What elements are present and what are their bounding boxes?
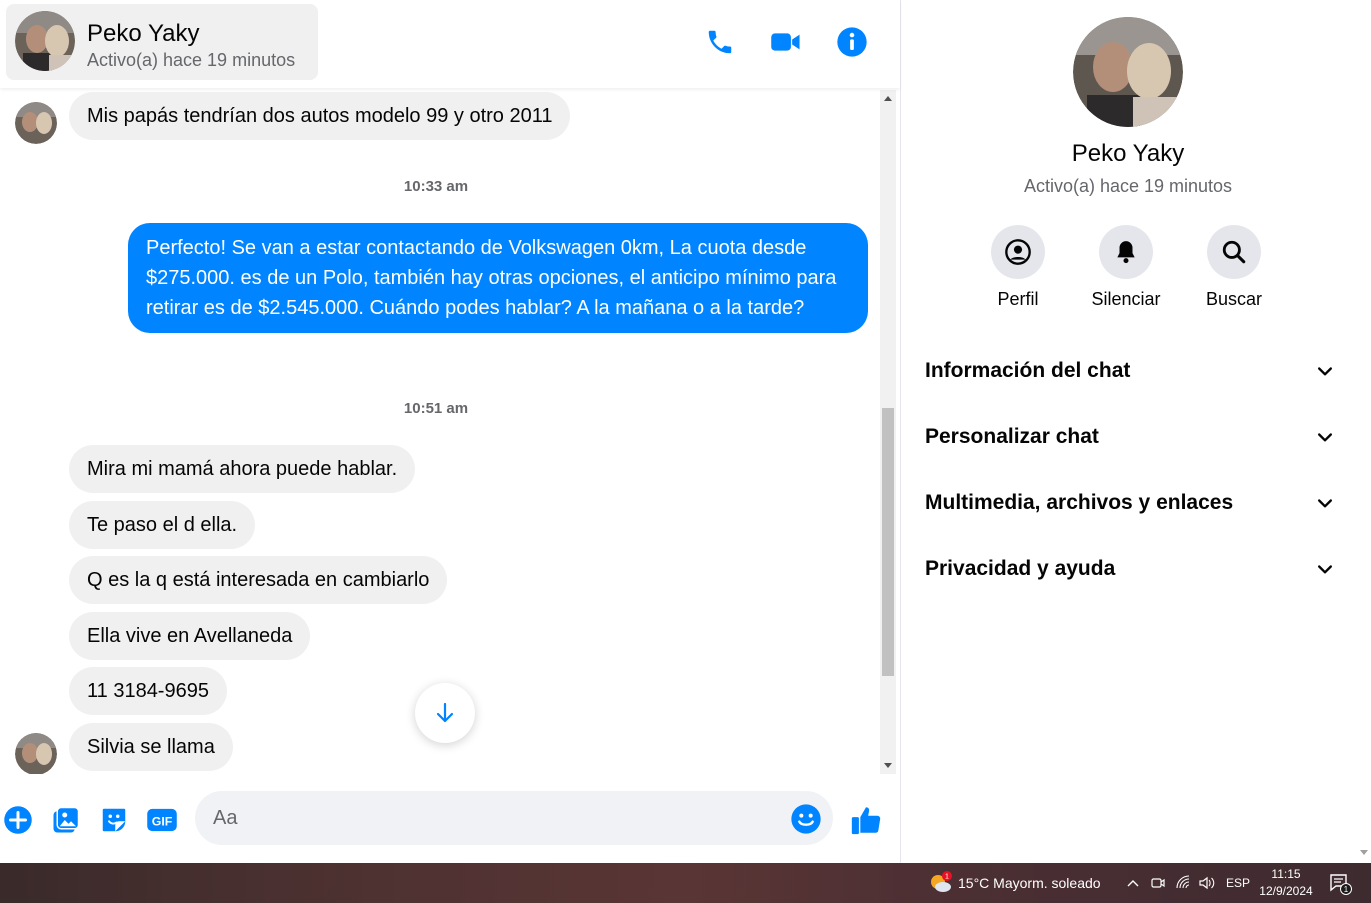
section-customize-chat[interactable]: Personalizar chat <box>925 412 1335 462</box>
video-call-button[interactable] <box>766 22 806 62</box>
thumbs-up-icon <box>851 807 881 835</box>
section-label: Multimedia, archivos y enlaces <box>925 491 1234 514</box>
message-list-scrollbar[interactable] <box>880 90 896 774</box>
incoming-message[interactable]: Ella vive en Avellaneda <box>69 612 311 660</box>
incoming-message[interactable]: Mis papás tendrían dos autos modelo 99 y… <box>69 92 571 140</box>
chat-header: Peko Yaky Activo(a) hace 19 minutos <box>0 0 900 88</box>
chevron-down-icon <box>1318 367 1332 376</box>
search-icon <box>1222 240 1246 264</box>
section-chat-info[interactable]: Información del chat <box>925 346 1335 396</box>
contact-name: Peko Yaky <box>87 20 200 47</box>
chevron-up-icon <box>1127 880 1139 887</box>
arrow-down-icon <box>436 702 454 723</box>
like-button[interactable] <box>849 803 883 837</box>
profile-label: Perfil <box>997 289 1039 309</box>
section-media-files-links[interactable]: Multimedia, archivos y enlaces <box>925 478 1335 528</box>
contact-card[interactable]: Peko Yaky Activo(a) hace 19 minutos <box>6 4 318 80</box>
message-list[interactable]: Mis papás tendrían dos autos modelo 99 y… <box>0 88 880 774</box>
conversation-details-panel: Peko Yaky Activo(a) hace 19 minutos Perf… <box>900 0 1371 863</box>
search-label: Buscar <box>1205 289 1263 309</box>
search-button[interactable]: Buscar <box>1184 225 1284 310</box>
incoming-message[interactable]: Silvia se llama <box>69 723 233 771</box>
notification-center-button[interactable]: 1 <box>1328 863 1352 903</box>
details-scrollbar[interactable] <box>1355 0 1371 863</box>
profile-status: Activo(a) hace 19 minutos <box>1023 176 1233 196</box>
weather-sun-cloud-icon: 1 <box>931 871 952 892</box>
emoji-icon <box>791 804 821 834</box>
section-label: Personalizar chat <box>925 425 1099 448</box>
gif-button[interactable]: GIF <box>145 803 179 837</box>
attach-photo-button[interactable] <box>49 803 83 837</box>
message-avatar[interactable] <box>15 733 57 774</box>
scrollbar-thumb[interactable] <box>882 408 894 676</box>
phone-call-button[interactable] <box>700 22 740 62</box>
contact-avatar[interactable] <box>15 11 75 71</box>
input-language-indicator[interactable]: ESP <box>1226 863 1250 903</box>
scroll-down-arrow-icon[interactable] <box>884 763 892 768</box>
clock-date: 12/9/2024 <box>1259 884 1313 898</box>
notification-count: 1 <box>1344 885 1349 894</box>
meet-icon <box>1151 878 1165 888</box>
bell-icon <box>1117 241 1135 264</box>
scroll-down-arrow-icon[interactable] <box>1360 850 1368 855</box>
messenger-window: Peko Yaky Activo(a) hace 19 minutos Mis … <box>0 0 1371 903</box>
section-privacy-help[interactable]: Privacidad y ayuda <box>925 544 1335 594</box>
sticker-icon <box>102 808 126 832</box>
message-input[interactable] <box>195 791 833 845</box>
weather-text[interactable]: 15°C Mayorm. soleado <box>958 863 1101 903</box>
weather-badge: 1 <box>945 874 949 881</box>
section-label: Información del chat <box>925 359 1131 382</box>
message-composer: GIF <box>0 775 900 863</box>
volume-button[interactable] <box>1198 863 1216 903</box>
scroll-up-arrow-icon[interactable] <box>884 96 892 101</box>
chat-panel: Peko Yaky Activo(a) hace 19 minutos Mis … <box>0 0 900 863</box>
incoming-message[interactable]: 11 3184-9695 <box>69 667 227 715</box>
meet-now-button[interactable] <box>1150 863 1166 903</box>
incoming-message[interactable]: Te paso el d ella. <box>69 501 256 549</box>
video-camera-icon <box>771 33 800 51</box>
profile-avatar[interactable] <box>1073 17 1183 127</box>
mute-label: Silenciar <box>1091 289 1161 309</box>
mute-button[interactable]: Silenciar <box>1076 225 1176 310</box>
system-clock[interactable]: 11:15 12/9/2024 <box>1254 866 1318 900</box>
chevron-down-icon <box>1318 433 1332 442</box>
phone-icon <box>708 30 732 54</box>
jump-to-latest-button[interactable] <box>415 683 475 743</box>
windows-taskbar: 1 15°C Mayorm. soleado ESP 11:15 12/9/20… <box>0 863 1371 903</box>
message-avatar[interactable] <box>15 102 57 144</box>
incoming-message[interactable]: Q es la q está interesada en cambiarlo <box>69 556 448 604</box>
profile-button[interactable]: Perfil <box>968 225 1068 310</box>
add-icon <box>4 806 32 834</box>
gif-label: GIF <box>152 815 173 829</box>
notifications-icon: 1 <box>1330 874 1352 895</box>
clock-time: 11:15 <box>1271 867 1301 881</box>
section-label: Privacidad y ayuda <box>925 557 1116 580</box>
profile-icon <box>1005 239 1031 265</box>
sticker-button[interactable] <box>97 803 131 837</box>
chevron-down-icon <box>1318 565 1332 574</box>
timestamp-separator: 10:51 am <box>403 400 469 417</box>
volume-icon <box>1199 876 1215 890</box>
info-icon <box>837 27 867 57</box>
image-icon <box>53 806 80 833</box>
outgoing-message[interactable]: Perfecto! Se van a estar contactando de … <box>128 223 868 333</box>
contact-status: Activo(a) hace 19 minutos <box>87 50 296 70</box>
wifi-icon <box>1176 875 1190 889</box>
gif-icon: GIF <box>147 808 177 832</box>
network-button[interactable] <box>1175 863 1191 903</box>
chevron-down-icon <box>1318 499 1332 508</box>
incoming-message[interactable]: Mira mi mamá ahora puede hablar. <box>69 445 416 493</box>
info-button[interactable] <box>832 22 872 62</box>
profile-name: Peko Yaky <box>1071 140 1185 167</box>
timestamp-separator: 10:33 am <box>403 178 469 195</box>
show-hidden-icons-button[interactable] <box>1125 863 1141 903</box>
more-actions-button[interactable] <box>1 803 35 837</box>
emoji-button[interactable] <box>790 803 822 835</box>
weather-widget[interactable]: 1 <box>928 863 954 903</box>
